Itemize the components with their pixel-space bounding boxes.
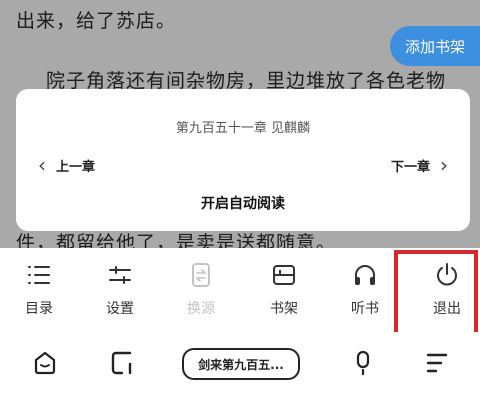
home-icon[interactable] (32, 350, 58, 376)
menu-item-listen[interactable]: 听书 (330, 248, 400, 332)
auto-read-button[interactable]: 开启自动阅读 (16, 193, 470, 213)
menu-item-label: 退出 (433, 301, 461, 317)
prev-chapter-button[interactable]: ‹ 上一章 (38, 153, 95, 177)
menu-item-exit[interactable]: 退出 (412, 248, 480, 332)
reader-line: 件，都留给他了，是卖是送都随意。 (16, 232, 337, 248)
menu-lines-icon[interactable] (424, 350, 450, 376)
next-chapter-button[interactable]: 下一章 › (391, 153, 448, 177)
chapter-card: 第九百五十一章 见麒麟 ‹ 上一章 下一章 › 开启自动阅读 (16, 89, 470, 231)
sliders-icon (109, 266, 131, 284)
swap-source-icon (192, 263, 210, 287)
reader-menu-bar: 目录 设置 换源 书架 听书 退出 (0, 248, 480, 332)
power-icon (437, 263, 457, 286)
microphone-icon[interactable] (350, 350, 376, 376)
menu-item-label: 换源 (187, 301, 215, 317)
menu-item-change-source[interactable]: 换源 (166, 248, 236, 332)
list-icon (28, 266, 50, 284)
chevron-left-icon: ‹ (38, 153, 46, 177)
bottom-nav-bar: 剑来第九百五... (0, 332, 480, 394)
menu-item-label: 书架 (270, 301, 298, 317)
current-book-pill[interactable]: 剑来第九百五... (182, 348, 300, 380)
menu-item-toc[interactable]: 目录 (4, 248, 74, 332)
reader-line: 出来，给了苏店。 (16, 10, 177, 32)
bookshelf-icon (273, 265, 295, 285)
headphones-icon (355, 265, 375, 285)
menu-item-label: 设置 (106, 301, 134, 317)
menu-item-bookshelf[interactable]: 书架 (249, 248, 319, 332)
chapter-title: 第九百五十一章 见麒麟 (175, 121, 311, 136)
menu-item-settings[interactable]: 设置 (85, 248, 155, 332)
next-chapter-label: 下一章 (390, 159, 430, 175)
menu-item-label: 听书 (351, 301, 379, 317)
prev-chapter-label: 上一章 (56, 159, 96, 175)
recent-apps-icon[interactable] (110, 350, 136, 376)
chevron-right-icon: › (440, 153, 448, 177)
menu-item-label: 目录 (25, 301, 53, 317)
add-to-shelf-button[interactable]: 添加书架 (390, 26, 480, 66)
